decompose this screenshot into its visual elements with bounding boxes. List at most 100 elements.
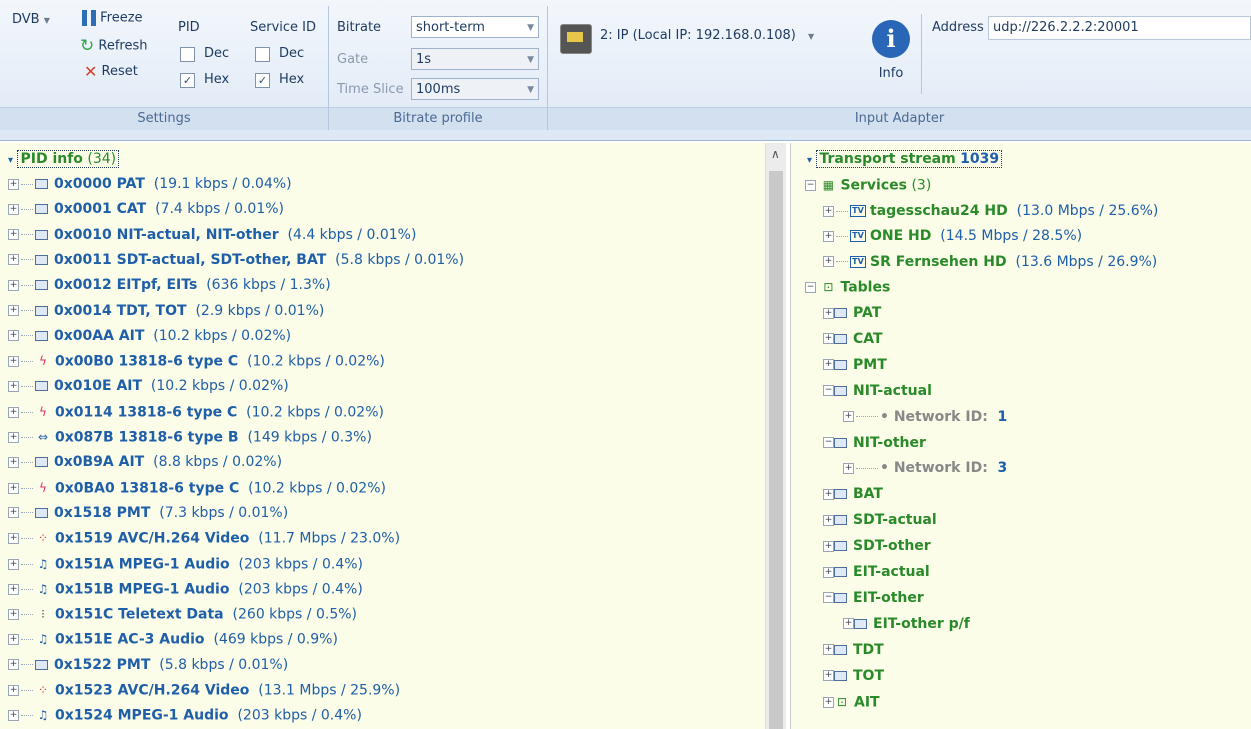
service-row[interactable]: + TV ONE HD (14.5 Mbps / 28.5%) bbox=[823, 224, 1082, 249]
scrollbar-thumb[interactable] bbox=[769, 171, 783, 729]
expand-icon[interactable]: + bbox=[8, 254, 19, 266]
expand-icon[interactable]: + bbox=[823, 230, 834, 242]
expand-icon[interactable]: + bbox=[823, 696, 834, 708]
expand-icon[interactable]: + bbox=[8, 609, 19, 621]
collapse-icon[interactable]: − bbox=[805, 180, 816, 191]
expand-icon[interactable]: + bbox=[843, 618, 854, 630]
expand-icon[interactable]: + bbox=[823, 333, 834, 345]
expand-icon[interactable]: + bbox=[8, 710, 19, 722]
pid-row[interactable]: +0x0011 SDT-actual, SDT-other, BAT (5.8 … bbox=[8, 248, 464, 273]
expand-icon[interactable]: + bbox=[8, 456, 19, 468]
table-node[interactable]: + PMT bbox=[823, 353, 887, 378]
expand-icon[interactable]: + bbox=[823, 670, 834, 682]
expand-icon[interactable]: + bbox=[8, 659, 19, 671]
table-node[interactable]: − NIT-actual bbox=[823, 379, 932, 404]
expand-icon[interactable]: + bbox=[823, 644, 834, 656]
expand-icon[interactable]: + bbox=[8, 305, 19, 316]
pid-info-root[interactable]: ▾ PID info (34) bbox=[8, 147, 120, 172]
expand-icon[interactable]: + bbox=[8, 583, 19, 595]
service-hex-checkbox[interactable]: ✓ bbox=[255, 73, 270, 88]
bitrate-select[interactable]: short-term ▼ bbox=[411, 16, 539, 38]
table-node[interactable]: + ⊡ AIT bbox=[823, 690, 880, 715]
service-row[interactable]: + TV SR Fernsehen HD (13.6 Mbps / 26.9%) bbox=[823, 250, 1157, 275]
expand-icon[interactable]: + bbox=[823, 488, 834, 500]
pid-row[interactable]: + ⁝ 0x151C Teletext Data (260 kbps / 0.5%) bbox=[8, 602, 357, 627]
pid-row[interactable]: + ♫ 0x151B MPEG-1 Audio (203 kbps / 0.4%) bbox=[8, 577, 363, 602]
pid-dec-checkbox[interactable] bbox=[180, 47, 195, 62]
table-node[interactable]: + EIT-actual bbox=[823, 560, 930, 585]
expand-icon[interactable]: + bbox=[8, 178, 19, 190]
expand-icon[interactable]: + bbox=[8, 482, 19, 494]
expand-icon[interactable]: + bbox=[8, 203, 19, 215]
expand-icon[interactable]: + bbox=[8, 406, 19, 418]
pid-info-tree[interactable]: ▾ PID info (34) +0x0000 PAT (19.1 kbps /… bbox=[0, 143, 765, 729]
adapter-select[interactable]: 2: IP (Local IP: 192.168.0.108) ▼ bbox=[600, 28, 814, 43]
dvb-menu[interactable]: DVB ▼ bbox=[12, 12, 50, 27]
info-button[interactable]: i Info bbox=[866, 14, 916, 94]
collapse-icon[interactable]: − bbox=[805, 282, 816, 293]
table-node[interactable]: + • Network ID: 3 bbox=[843, 456, 1007, 481]
table-node[interactable]: + PAT bbox=[823, 301, 881, 326]
expand-icon[interactable]: + bbox=[8, 279, 19, 291]
pid-row[interactable]: + ♫ 0x151A MPEG-1 Audio (203 kbps / 0.4%) bbox=[8, 552, 363, 577]
pid-row[interactable]: +0x0014 TDT, TOT (2.9 kbps / 0.01%) bbox=[8, 299, 324, 324]
freeze-button[interactable]: Freeze bbox=[82, 10, 143, 26]
pid-row[interactable]: +0x1518 PMT (7.3 kbps / 0.01%) bbox=[8, 501, 288, 526]
expand-icon[interactable]: + bbox=[823, 256, 834, 268]
pid-row[interactable]: + ϟ 0x0114 13818-6 type C (10.2 kbps / 0.0… bbox=[8, 400, 384, 425]
pid-row[interactable]: + ⇔ 0x087B 13818-6 type B (149 kbps / 0.3%… bbox=[8, 425, 372, 450]
pid-row[interactable]: + ϟ 0x00B0 13818-6 type C (10.2 kbps / 0.0… bbox=[8, 349, 385, 374]
tables-node[interactable]: − ⊡ Tables bbox=[805, 275, 890, 300]
expand-icon[interactable]: + bbox=[8, 533, 19, 545]
expand-icon[interactable]: + bbox=[8, 380, 19, 392]
refresh-button[interactable]: ↻ Refresh bbox=[80, 36, 147, 56]
service-dec-checkbox[interactable] bbox=[255, 47, 270, 62]
scroll-up-icon[interactable]: ∧ bbox=[771, 147, 780, 161]
pid-row[interactable]: +0x1522 PMT (5.8 kbps / 0.01%) bbox=[8, 653, 288, 678]
table-node[interactable]: + TOT bbox=[823, 664, 884, 689]
pid-row[interactable]: +0x0B9A AIT (8.8 kbps / 0.02%) bbox=[8, 450, 282, 475]
expand-icon[interactable]: + bbox=[823, 307, 834, 319]
table-node[interactable]: − NIT-other bbox=[823, 431, 926, 456]
pid-row[interactable]: +0x0001 CAT (7.4 kbps / 0.01%) bbox=[8, 197, 284, 222]
transport-stream-root[interactable]: ▾ Transport stream 1039 bbox=[807, 147, 1003, 172]
expand-icon[interactable]: + bbox=[8, 229, 19, 241]
gate-select[interactable]: 1s ▼ bbox=[411, 48, 539, 70]
expand-icon[interactable]: + bbox=[823, 514, 834, 526]
reset-button[interactable]: ✕ Reset bbox=[84, 62, 138, 81]
scrollbar[interactable]: ∧ bbox=[765, 143, 786, 729]
table-node[interactable]: + CAT bbox=[823, 327, 883, 352]
expand-icon[interactable]: + bbox=[8, 634, 19, 646]
expand-icon[interactable]: + bbox=[843, 462, 854, 474]
pid-hex-checkbox[interactable]: ✓ bbox=[180, 73, 195, 88]
expand-icon[interactable]: + bbox=[8, 432, 19, 443]
expand-icon[interactable]: + bbox=[823, 566, 834, 578]
collapse-icon[interactable]: − bbox=[823, 592, 834, 604]
pid-row[interactable]: + ⁘ 0x1523 AVC/H.264 Video (13.1 Mbps / 25… bbox=[8, 678, 400, 703]
pid-row[interactable]: +0x00AA AIT (10.2 kbps / 0.02%) bbox=[8, 324, 291, 349]
expand-icon[interactable]: + bbox=[8, 330, 19, 342]
pid-row[interactable]: +0x0012 EITpf, EITs (636 kbps / 1.3%) bbox=[8, 273, 331, 298]
expand-icon[interactable]: + bbox=[8, 507, 19, 519]
pid-row[interactable]: + ⁘ 0x1519 AVC/H.264 Video (11.7 Mbps / 23… bbox=[8, 526, 400, 551]
pid-row[interactable]: + ♫ 0x151E AC-3 Audio (469 kbps / 0.9%) bbox=[8, 627, 338, 652]
pid-row[interactable]: +0x0000 PAT (19.1 kbps / 0.04%) bbox=[8, 172, 292, 197]
services-node[interactable]: − ▦ Services (3) bbox=[805, 173, 931, 198]
address-input[interactable]: udp://226.2.2.2:20001 bbox=[988, 16, 1251, 40]
timeslice-select[interactable]: 100ms ▼ bbox=[411, 78, 539, 100]
table-node[interactable]: + SDT-actual bbox=[823, 508, 937, 533]
pid-row[interactable]: + ♫ 0x1524 MPEG-1 Audio (203 kbps / 0.4%) bbox=[8, 703, 362, 728]
table-node[interactable]: + BAT bbox=[823, 482, 883, 507]
table-node[interactable]: + EIT-other p/f bbox=[843, 612, 970, 637]
expand-icon[interactable]: + bbox=[823, 540, 834, 552]
collapse-icon[interactable]: − bbox=[823, 385, 834, 397]
expand-icon[interactable]: + bbox=[843, 411, 854, 423]
pid-row[interactable]: +0x010E AIT (10.2 kbps / 0.02%) bbox=[8, 374, 289, 399]
expand-icon[interactable]: + bbox=[823, 359, 834, 371]
transport-stream-tree[interactable]: ▾ Transport stream 1039 − ▦ Services (3) … bbox=[790, 143, 1251, 729]
collapse-icon[interactable]: − bbox=[823, 437, 834, 448]
expand-icon[interactable]: + bbox=[8, 356, 19, 368]
table-node[interactable]: + • Network ID: 1 bbox=[843, 405, 1007, 430]
expand-icon[interactable]: + bbox=[8, 685, 19, 696]
pid-row[interactable]: +0x0010 NIT-actual, NIT-other (4.4 kbps … bbox=[8, 223, 416, 248]
